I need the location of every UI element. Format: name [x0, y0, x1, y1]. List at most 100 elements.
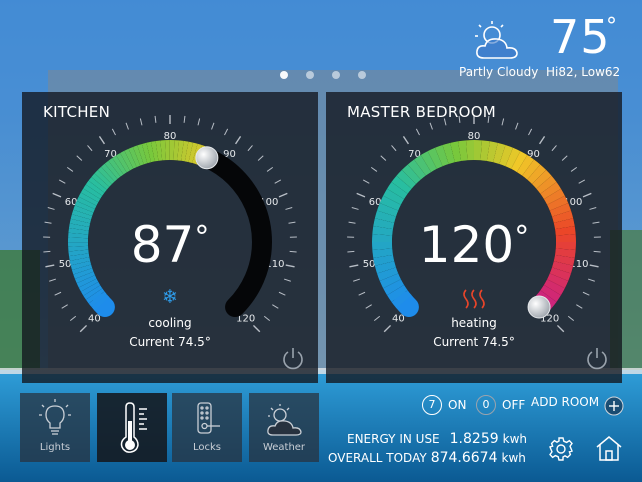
devices-on-status[interactable]: 7 ON [422, 395, 466, 415]
dial-fill-segment [387, 284, 408, 302]
home-icon[interactable] [594, 434, 624, 462]
dial-fill-segment [549, 202, 572, 217]
dial-tick [402, 136, 410, 145]
dial-tick [285, 207, 293, 210]
tile-label: Locks [192, 442, 221, 453]
dial-tick [370, 166, 378, 172]
energy-overall-label: OVERALL TODAY [328, 451, 427, 465]
dial-fill-segment [78, 192, 99, 206]
dial-fill-segment [376, 202, 399, 217]
dial-fill-segment [442, 142, 455, 165]
dial-fill-segment [434, 144, 449, 167]
dial-fill-segment [91, 173, 110, 190]
dial-fill-segment [536, 175, 557, 194]
dial-tick [353, 278, 361, 282]
dial-tick [501, 118, 505, 126]
outdoor-temperature: 75 [550, 10, 611, 64]
dial-fill-segment [420, 151, 437, 173]
page-dot[interactable] [306, 71, 314, 79]
dial-fill-segment [112, 155, 127, 175]
dial-fill-segment [76, 275, 97, 288]
dial-tick [578, 179, 586, 184]
energy-in-use-label: ENERGY IN USE [347, 432, 440, 446]
mode-label: heating [451, 316, 497, 330]
current-value: 74.5° [482, 335, 515, 349]
dial-fill-segment [76, 196, 97, 210]
dial-tick [183, 115, 186, 123]
dial-fill-segment [505, 147, 521, 169]
page-dot[interactable] [332, 71, 340, 79]
dial-fill-segment [101, 163, 118, 182]
dial-fill-segment [383, 188, 405, 205]
dial-knob[interactable] [527, 295, 551, 319]
dial-fill-segment [137, 143, 148, 165]
tile-thermostat[interactable] [97, 393, 167, 462]
dial-tick [351, 207, 359, 210]
dial-tick [582, 291, 590, 296]
dial-tick [429, 122, 433, 130]
dial-fill-segment [401, 164, 421, 185]
add-room-label[interactable]: ADD ROOM [531, 395, 599, 409]
tile-lights[interactable]: Lights [20, 393, 90, 462]
gear-icon[interactable] [548, 436, 574, 462]
dial-tick [570, 166, 578, 172]
dial-tick [380, 155, 387, 161]
page-indicator [280, 71, 366, 79]
current-label: Current [433, 335, 479, 349]
dial-tick [391, 145, 397, 152]
dial-fill-segment [141, 142, 152, 164]
devices-off-status[interactable]: 0 OFF [476, 395, 525, 415]
weather-hi-low: Hi82, Low62 [546, 65, 621, 79]
dial-fill-segment [104, 160, 121, 180]
dial-tick [139, 118, 143, 126]
dial-tick [211, 122, 215, 130]
energy-overall-today: OVERALL TODAY 874.6674 kwh [328, 450, 526, 466]
room-title: KITCHEN [43, 103, 111, 121]
dial-tick [66, 166, 74, 172]
set-temperature: 120° [326, 216, 622, 274]
partly-cloudy-icon [475, 21, 518, 59]
power-icon[interactable] [280, 346, 306, 372]
tile-locks[interactable]: Locks [172, 393, 242, 462]
dial-tick [111, 128, 116, 136]
current-temperature: Current 74.5° [22, 335, 318, 349]
tile-label: Weather [262, 442, 306, 453]
dial-tick [257, 155, 264, 161]
room-panel-kitchen[interactable]: 40 50 60 70 80 90 100 110 120 KITCHEN 87° ❄ cool… [22, 92, 318, 383]
tile-weather[interactable]: Weather [249, 393, 319, 462]
dial-fill-segment [499, 144, 514, 167]
dial-tick [87, 145, 93, 152]
dial-fill-segment [73, 205, 94, 217]
dial-fill-segment [543, 279, 565, 296]
dial-tick [365, 304, 372, 309]
dial-tick [278, 192, 288, 198]
dial-tick [362, 179, 370, 184]
dial-tick [266, 166, 274, 172]
dial-tick [589, 207, 597, 210]
weather-condition: Partly Cloudy [459, 65, 539, 79]
energy-in-use-value: 1.8259 [449, 431, 499, 447]
page-dot[interactable] [358, 71, 366, 79]
dial-fill-segment [146, 141, 155, 163]
dial-fill-segment [108, 157, 124, 177]
dial-fill-segment [414, 155, 432, 176]
dial-fill-segment [124, 148, 137, 169]
add-icon[interactable] [604, 396, 624, 416]
dial-fill-segment [379, 273, 401, 289]
dial-knob[interactable] [195, 146, 219, 170]
current-label: Current [129, 335, 175, 349]
dial-tick [58, 179, 66, 184]
dial-fill-segment [480, 140, 490, 162]
dial-tick [356, 192, 366, 198]
dial-tick [576, 304, 583, 309]
room-panel-master-bedroom[interactable]: 40 50 60 70 80 90 100 110 120 MASTER BEDROOM 120… [326, 92, 622, 383]
dial-fill-segment [427, 147, 443, 169]
current-value: 74.5° [178, 335, 211, 349]
dial-fill-segment [391, 290, 412, 309]
power-icon[interactable] [584, 346, 610, 372]
mode-label: cooling [148, 316, 192, 330]
page-dot[interactable] [280, 71, 288, 79]
dial-fill-segment [458, 140, 468, 162]
dial-fill-segment [116, 153, 130, 173]
set-temperature: 87° [22, 216, 318, 274]
